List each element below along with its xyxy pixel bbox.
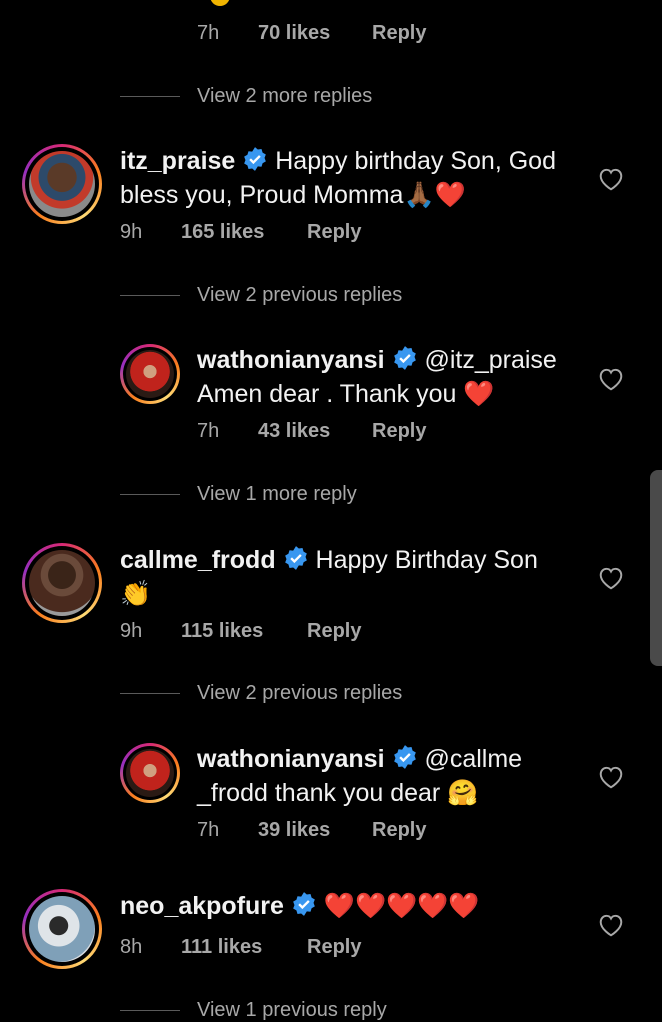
- comment-emojis: 🙏🏾❤️: [403, 181, 466, 209]
- comment-body: neo_akpofure ❤️❤️❤️❤️❤️: [120, 891, 580, 925]
- timestamp: 9h: [120, 221, 143, 243]
- username[interactable]: neo_akpofure: [120, 892, 284, 920]
- like-heart-icon[interactable]: [598, 913, 624, 937]
- reply-button[interactable]: Reply: [372, 819, 426, 842]
- mention-link-continued[interactable]: _frodd: [197, 779, 268, 807]
- comment-text-line2: bless you, Proud Momma: [120, 181, 404, 209]
- like-heart-icon[interactable]: [598, 566, 624, 590]
- avatar[interactable]: [120, 743, 180, 803]
- thread-divider: [120, 1010, 180, 1011]
- avatar[interactable]: [22, 543, 102, 623]
- view-more-replies-button[interactable]: View 2 more replies: [197, 85, 372, 108]
- likes-count[interactable]: 111 likes: [181, 936, 262, 959]
- avatar[interactable]: [22, 889, 102, 969]
- reply-meta-row: 7h 43 likes Reply: [197, 420, 497, 444]
- reply-button[interactable]: Reply: [307, 620, 361, 643]
- view-more-replies-button[interactable]: View 1 more reply: [197, 483, 357, 506]
- likes-count[interactable]: 39 likes: [258, 819, 330, 842]
- reply-body: wathonianyansi @callme _frodd thank you …: [197, 744, 587, 809]
- likes-count[interactable]: 165 likes: [181, 221, 264, 244]
- thread-divider: [120, 96, 180, 97]
- timestamp: 7h: [197, 819, 220, 841]
- comment-text-line1: Happy birthday Son, God: [275, 147, 556, 175]
- mention-link[interactable]: @callme: [424, 745, 522, 773]
- like-heart-icon[interactable]: [598, 367, 624, 391]
- scrollbar[interactable]: [650, 470, 662, 666]
- mention-link[interactable]: @itz_praise: [424, 346, 556, 374]
- like-heart-icon[interactable]: [598, 167, 624, 191]
- likes-count[interactable]: 70 likes: [258, 22, 330, 45]
- comment-meta-row: 8h 111 likes Reply: [120, 936, 440, 960]
- thread-divider: [120, 295, 180, 296]
- reply-text: thank you dear: [274, 779, 441, 807]
- avatar[interactable]: [120, 344, 180, 404]
- timestamp: 8h: [120, 936, 143, 958]
- partial-emoji: [210, 0, 230, 6]
- reply-text: Amen dear . Thank you: [197, 380, 457, 408]
- username[interactable]: wathonianyansi: [197, 346, 385, 374]
- timestamp: 7h: [197, 420, 220, 442]
- comment-meta-row: 9h 165 likes Reply: [120, 221, 440, 245]
- reply-button[interactable]: Reply: [307, 221, 361, 244]
- verified-badge-icon: [283, 545, 309, 579]
- verified-badge-icon: [392, 744, 418, 778]
- thread-divider: [120, 494, 180, 495]
- reply-body: wathonianyansi @itz_praise Amen dear . T…: [197, 345, 587, 410]
- likes-count[interactable]: 43 likes: [258, 420, 330, 443]
- view-previous-replies-button[interactable]: View 1 previous reply: [197, 999, 387, 1022]
- reply-button[interactable]: Reply: [372, 22, 426, 45]
- reply-meta-row: 7h 39 likes Reply: [197, 819, 497, 843]
- verified-badge-icon: [291, 891, 317, 925]
- avatar[interactable]: [22, 144, 102, 224]
- reply-button[interactable]: Reply: [307, 936, 361, 959]
- comment-meta-row: 9h 115 likes Reply: [120, 620, 440, 644]
- reply-emoji: 🤗: [447, 779, 479, 807]
- verified-badge-icon: [242, 146, 268, 180]
- reply-emoji: ❤️: [463, 380, 495, 408]
- username[interactable]: callme_frodd: [120, 546, 276, 574]
- comment-meta-row: 7h 70 likes Reply: [197, 22, 497, 46]
- like-heart-icon[interactable]: [598, 765, 624, 789]
- comment-text-line1: Happy Birthday Son: [315, 546, 538, 574]
- timestamp: 9h: [120, 620, 143, 642]
- comment-emoji: 👏: [120, 580, 152, 608]
- username[interactable]: itz_praise: [120, 147, 235, 175]
- view-previous-replies-button[interactable]: View 2 previous replies: [197, 284, 402, 307]
- comment-body: itz_praise Happy birthday Son, God bless…: [120, 146, 580, 211]
- thread-divider: [120, 693, 180, 694]
- comment-emojis: ❤️❤️❤️❤️❤️: [323, 892, 480, 920]
- view-previous-replies-button[interactable]: View 2 previous replies: [197, 682, 402, 705]
- username[interactable]: wathonianyansi: [197, 745, 385, 773]
- likes-count[interactable]: 115 likes: [181, 620, 263, 643]
- reply-button[interactable]: Reply: [372, 420, 426, 443]
- comment-body: callme_frodd Happy Birthday Son 👏: [120, 545, 580, 610]
- timestamp: 7h: [197, 22, 220, 44]
- verified-badge-icon: [392, 345, 418, 379]
